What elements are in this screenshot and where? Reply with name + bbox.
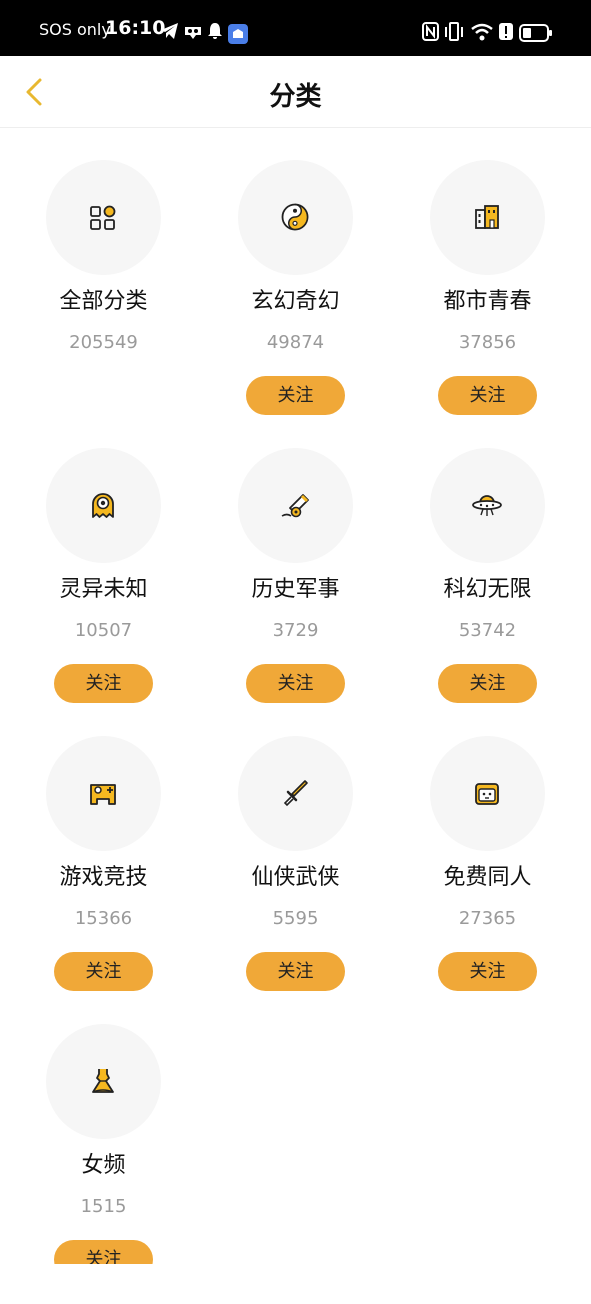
grid-icon (90, 205, 116, 230)
wifi-icon (471, 23, 493, 41)
category-item-fanfic: 免费同人 27365 关注 (392, 736, 583, 1016)
follow-button[interactable]: 关注 (54, 664, 153, 703)
follow-button[interactable]: 关注 (246, 664, 345, 703)
nfc-icon (422, 22, 439, 41)
category-item-wuxia: 仙侠武侠 5595 关注 (200, 736, 391, 1016)
category-count: 53742 (458, 620, 517, 641)
follow-button[interactable]: 关注 (246, 376, 345, 415)
category-count: 3729 (272, 620, 319, 641)
face-icon (475, 783, 499, 805)
category-item-fantasy: 玄幻奇幻 49874 关注 (200, 160, 391, 440)
category-count: 37856 (458, 332, 517, 353)
category-item-female: 女频 1515 关注 (8, 1024, 199, 1304)
category-item-urban: 都市青春 37856 关注 (392, 160, 583, 440)
ghost-icon (92, 493, 114, 518)
category-icon-button[interactable] (430, 160, 545, 275)
category-item-all: 全部分类 205549 (8, 160, 199, 440)
follow-button[interactable]: 关注 (246, 952, 345, 991)
category-name: 女频 (81, 1153, 126, 1178)
category-item-gaming: 游戏竞技 15366 关注 (8, 736, 199, 1016)
category-item-supernatural: 灵异未知 10507 关注 (8, 448, 199, 728)
category-count: 49874 (266, 332, 325, 353)
top-header: 分类 (0, 56, 591, 128)
category-name: 历史军事 (251, 577, 340, 602)
battery-icon (519, 24, 552, 42)
dress-icon (92, 1069, 114, 1093)
category-name: 全部分类 (59, 289, 148, 314)
category-item-scifi: 科幻无限 53742 关注 (392, 448, 583, 728)
category-icon-button[interactable] (238, 448, 353, 563)
category-name: 都市青春 (443, 289, 532, 314)
category-icon-button[interactable] (46, 736, 161, 851)
status-bar: SOS only 16:10 (0, 0, 591, 56)
page-title: 分类 (269, 82, 322, 112)
clock-time: 16:10 (105, 17, 166, 39)
viewport-bottom-edge (0, 1264, 591, 1280)
category-count: 27365 (458, 908, 517, 929)
category-name: 免费同人 (443, 865, 532, 890)
category-icon-button[interactable] (46, 160, 161, 275)
category-icon-button[interactable] (430, 448, 545, 563)
category-icon-button[interactable] (238, 736, 353, 851)
yin-yang-icon (281, 203, 309, 231)
follow-button[interactable]: 关注 (438, 664, 537, 703)
alert-icon (499, 23, 513, 40)
category-icon-button[interactable] (238, 160, 353, 275)
category-icon-button[interactable] (46, 448, 161, 563)
category-count: 15366 (74, 908, 133, 929)
building-icon (475, 205, 499, 229)
category-name: 玄幻奇幻 (251, 289, 340, 314)
category-icon-button[interactable] (46, 1024, 161, 1139)
category-count: 5595 (272, 908, 319, 929)
category-icon-button[interactable] (430, 736, 545, 851)
ufo-icon (472, 495, 502, 516)
category-count: 1515 (80, 1196, 127, 1217)
category-name: 仙侠武侠 (251, 865, 340, 890)
category-name: 游戏竞技 (59, 865, 148, 890)
category-name: 灵异未知 (59, 577, 148, 602)
bell-icon (208, 23, 222, 39)
app-notification-icon (228, 24, 248, 44)
follow-button[interactable]: 关注 (438, 952, 537, 991)
category-item-history: 历史军事 3729 关注 (200, 448, 391, 728)
gamepad-icon (90, 784, 116, 805)
carrier-text: SOS only (39, 20, 111, 39)
follow-button[interactable]: 关注 (54, 952, 153, 991)
game-controller-icon (185, 27, 201, 39)
vibrate-icon (445, 22, 463, 41)
category-count: 10507 (74, 620, 133, 641)
cannon-icon (281, 494, 309, 518)
telegram-icon (161, 23, 178, 39)
sword-icon (283, 780, 308, 807)
category-name: 科幻无限 (443, 577, 532, 602)
category-count: 205549 (69, 332, 138, 353)
follow-button[interactable]: 关注 (438, 376, 537, 415)
